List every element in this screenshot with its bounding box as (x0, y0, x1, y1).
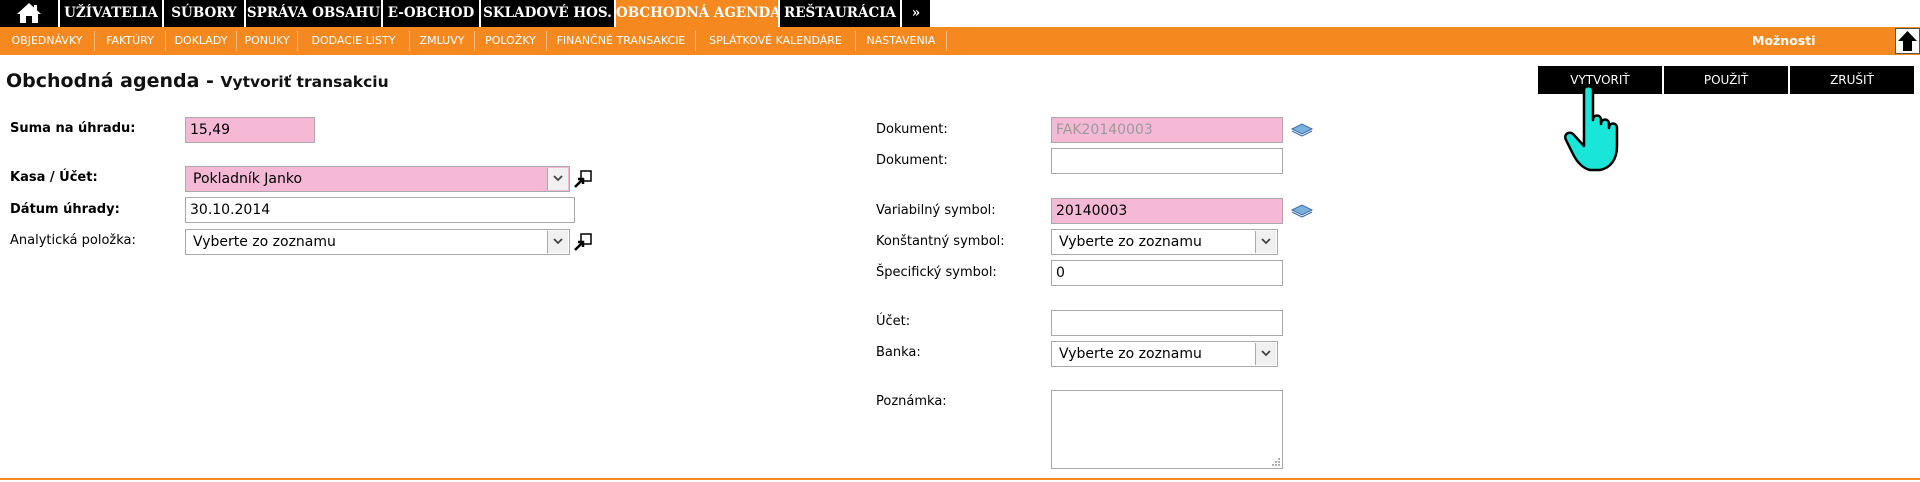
nav-item-warehouse[interactable]: SKLADOVÉ HOS. (481, 0, 614, 27)
page-title: Obchodná agenda - Vytvoriť transakciu (6, 70, 389, 92)
bank-label: Banka: (876, 345, 921, 360)
page-title-main: Obchodná agenda - (6, 70, 221, 92)
nav-item-users[interactable]: UŽÍVATELIA (60, 0, 162, 27)
note-textarea[interactable] (1051, 390, 1283, 469)
options-menu[interactable]: Možnosti (1752, 27, 1816, 55)
hand-cursor-icon (1564, 85, 1619, 172)
subnav-offers[interactable]: PONUKY (237, 27, 297, 55)
scroll-top-button[interactable] (1895, 28, 1920, 54)
document-label: Dokument: (876, 122, 948, 137)
sub-navigation: OBJEDNÁVKY FAKTÚRY DOKLADY PONUKY DODACI… (0, 27, 1920, 55)
subnav-contracts[interactable]: ZMLUVY (410, 27, 474, 55)
analytic-item-select[interactable]: Vyberte zo zoznamu (185, 229, 570, 255)
resize-handle-icon[interactable] (1269, 455, 1281, 467)
cash-account-label: Kasa / Účet: (10, 170, 98, 185)
bank-value: Vyberte zo zoznamu (1059, 346, 1202, 362)
constant-symbol-value: Vyberte zo zoznamu (1059, 234, 1202, 250)
variable-symbol-input[interactable]: 20140003 (1051, 198, 1283, 224)
document-input-2[interactable] (1051, 148, 1283, 174)
subnav-invoices[interactable]: FAKTÚRY (95, 27, 165, 55)
bottom-divider (0, 478, 1920, 480)
chevron-down-icon (1261, 350, 1271, 357)
home-icon (17, 3, 41, 23)
home-button[interactable] (0, 0, 58, 27)
apply-button[interactable]: POUŽIŤ (1664, 66, 1788, 94)
nav-item-more[interactable]: » (902, 0, 930, 27)
dropdown-arrow[interactable] (1255, 231, 1276, 253)
arrow-up-icon (1898, 31, 1917, 51)
subnav-documents[interactable]: DOKLADY (166, 27, 236, 55)
constant-symbol-select[interactable]: Vyberte zo zoznamu (1051, 229, 1278, 255)
top-navigation: UŽÍVATELIA SÚBORY SPRÁVA OBSAHU E-OBCHOD… (0, 0, 1920, 27)
dropdown-arrow[interactable] (1255, 343, 1276, 365)
bank-select[interactable]: Vyberte zo zoznamu (1051, 341, 1278, 367)
cancel-button[interactable]: ZRUŠIŤ (1790, 66, 1914, 94)
specific-symbol-label: Špecifický symbol: (876, 265, 997, 280)
chevron-down-icon (1261, 238, 1271, 245)
open-link-icon[interactable] (573, 232, 593, 252)
page-subtitle: Vytvoriť transakciu (220, 73, 389, 91)
subnav-orders[interactable]: OBJEDNÁVKY (0, 27, 94, 55)
open-link-icon[interactable] (573, 169, 593, 189)
book-stack-icon[interactable] (1290, 201, 1314, 219)
specific-symbol-input[interactable]: 0 (1051, 260, 1283, 286)
amount-input[interactable]: 15,49 (185, 117, 315, 143)
chevron-down-icon (553, 175, 563, 182)
document-input[interactable]: FAK20140003 (1051, 117, 1283, 143)
nav-item-files[interactable]: SÚBORY (164, 0, 244, 27)
subnav-financial-transactions[interactable]: FINANČNÉ TRANSAKCIE (547, 27, 695, 55)
nav-item-content[interactable]: SPRÁVA OBSAHU (246, 0, 381, 27)
account-input[interactable] (1051, 310, 1283, 336)
nav-item-business-agenda[interactable]: OBCHODNÁ AGENDA (616, 0, 781, 27)
document-label-2: Dokument: (876, 153, 948, 168)
analytic-item-label: Analytická položka: (10, 233, 136, 248)
amount-label: Suma na úhradu: (10, 121, 136, 136)
payment-date-input[interactable]: 30.10.2014 (185, 197, 575, 223)
cash-account-value: Pokladník Janko (193, 171, 303, 187)
constant-symbol-label: Konštantný symbol: (876, 234, 1005, 249)
analytic-item-value: Vyberte zo zoznamu (193, 234, 336, 250)
dropdown-arrow[interactable] (547, 168, 568, 190)
nav-item-restaurant[interactable]: REŠTAURÁCIA (780, 0, 900, 27)
cash-account-select[interactable]: Pokladník Janko (185, 166, 570, 192)
nav-item-eshop[interactable]: E-OBCHOD (383, 0, 479, 27)
variable-symbol-label: Variabilný symbol: (876, 203, 996, 218)
account-label: Účet: (876, 314, 911, 329)
book-stack-icon[interactable] (1290, 120, 1314, 138)
chevron-down-icon (553, 238, 563, 245)
subnav-settings[interactable]: NASTAVENIA (856, 27, 946, 55)
separator (946, 31, 947, 51)
payment-date-label: Dátum úhrady: (10, 202, 120, 217)
subnav-delivery-notes[interactable]: DODACIE LISTY (298, 27, 409, 55)
subnav-items[interactable]: POLOŽKY (475, 27, 546, 55)
note-label: Poznámka: (876, 394, 947, 409)
subnav-installment-calendars[interactable]: SPLÁTKOVÉ KALENDÁRE (696, 27, 855, 55)
dropdown-arrow[interactable] (547, 231, 568, 253)
